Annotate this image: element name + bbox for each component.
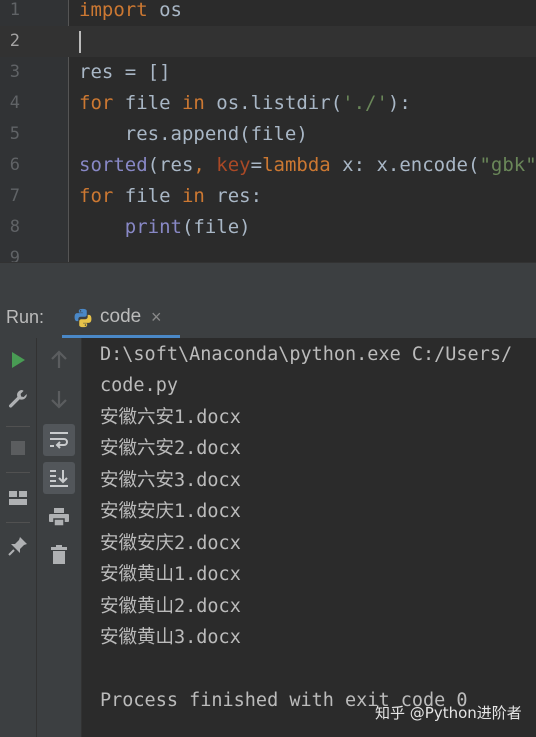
print-button[interactable] (43, 501, 75, 533)
close-icon[interactable]: × (151, 307, 162, 328)
code-token: print (124, 216, 182, 238)
scroll-to-end-icon (50, 470, 68, 487)
code-token: for (79, 185, 114, 207)
clear-all-button[interactable] (43, 539, 75, 571)
code-token: res.append(file) (79, 123, 308, 145)
code-token: res = [] (79, 61, 171, 83)
layout-button[interactable] (2, 482, 34, 514)
code-token: './' (342, 92, 388, 114)
console-line: 安徽六安1.docx (100, 407, 241, 428)
line-number: 3 (9, 62, 20, 82)
code-token: sorted (79, 154, 148, 176)
stop-icon (11, 441, 25, 455)
code-line[interactable]: import os (79, 0, 182, 26)
code-token: ): (387, 92, 411, 114)
line-number: 8 (9, 217, 20, 237)
pin-button[interactable] (2, 530, 34, 562)
python-icon (74, 308, 92, 328)
trash-icon (51, 545, 67, 564)
run-toolbar-primary (0, 338, 37, 737)
code-token: file (113, 185, 182, 207)
code-line[interactable]: print(file) (79, 212, 251, 243)
text-caret (79, 31, 81, 53)
run-toolbar-secondary (37, 338, 82, 737)
tab-code[interactable]: code × (62, 298, 180, 338)
line-number: 7 (9, 186, 20, 206)
toolbar-separator (6, 522, 30, 523)
code-token: lambda (262, 154, 331, 176)
code-token: import (79, 0, 148, 21)
line-number: 9 (9, 248, 20, 262)
code-token: (res (147, 154, 194, 176)
console-line: 安徽黄山1.docx (100, 564, 241, 585)
settings-button[interactable] (2, 383, 34, 415)
stop-button[interactable] (2, 432, 34, 464)
console-line: 安徽安庆1.docx (100, 501, 241, 522)
code-token: file (113, 92, 182, 114)
print-icon (49, 508, 69, 527)
code-line[interactable]: for file in res: (79, 181, 262, 212)
toolbar-separator (6, 472, 30, 473)
arrow-up-icon (51, 350, 67, 368)
code-line[interactable]: res = [] (79, 57, 171, 88)
previous-occurrence-button[interactable] (43, 344, 75, 376)
panel-splitter[interactable] (0, 262, 536, 300)
arrow-down-icon (51, 391, 67, 409)
line-number: 4 (9, 93, 20, 113)
code-token: res: (204, 185, 263, 207)
line-number: 1 (9, 0, 20, 20)
next-occurrence-button[interactable] (43, 383, 75, 415)
code-line[interactable]: for file in os.listdir('./'): (79, 88, 411, 119)
console-output[interactable]: D:\soft\Anaconda\python.exe C:/Users/ co… (82, 338, 536, 737)
soft-wrap-button[interactable] (43, 424, 75, 456)
console-line: D:\soft\Anaconda\python.exe C:/Users/ (100, 344, 513, 365)
wrench-icon (9, 390, 27, 408)
line-number: 5 (9, 124, 20, 144)
code-token: , (193, 154, 217, 176)
pin-icon (8, 537, 27, 556)
code-token: os.listdir( (204, 92, 343, 114)
code-token: key (216, 154, 251, 176)
code-line[interactable]: res.append(file) (79, 119, 308, 150)
run-icon (12, 352, 25, 368)
console-line: 安徽六安3.docx (100, 470, 241, 491)
layout-icon (9, 491, 27, 505)
scroll-to-end-button[interactable] (43, 462, 75, 494)
watermark: 知乎 @Python进阶者 (375, 704, 522, 722)
code-token: os (147, 0, 182, 21)
code-token: x: x.encode( (330, 154, 480, 176)
run-label: Run: (6, 307, 45, 327)
console-line: 安徽黄山2.docx (100, 596, 241, 617)
console-line: 安徽黄山3.docx (100, 627, 241, 648)
toolbar-separator (6, 426, 30, 427)
code-token: = (250, 154, 263, 176)
console-line: 安徽安庆2.docx (100, 533, 241, 554)
soft-wrap-icon (50, 432, 68, 449)
code-token: (file) (181, 216, 251, 238)
tab-label: code (100, 306, 142, 327)
rerun-button[interactable] (2, 344, 34, 376)
console-line: code.py (100, 375, 178, 396)
line-number: 2 (9, 31, 20, 51)
line-number: 6 (9, 155, 20, 175)
console-line: 安徽六安2.docx (100, 438, 241, 459)
code-editor[interactable]: 1 2 3 4 5 6 7 8 9 import os res = [] for… (0, 0, 536, 262)
code-token: for (79, 92, 114, 114)
code-token: "gbk" (479, 154, 536, 176)
code-line[interactable]: sorted(res, key=lambda x: x.encode("gbk"… (79, 150, 536, 181)
code-token: in (181, 92, 205, 114)
code-token: in (181, 185, 205, 207)
run-tool-window-header: Run: code × (0, 298, 536, 339)
